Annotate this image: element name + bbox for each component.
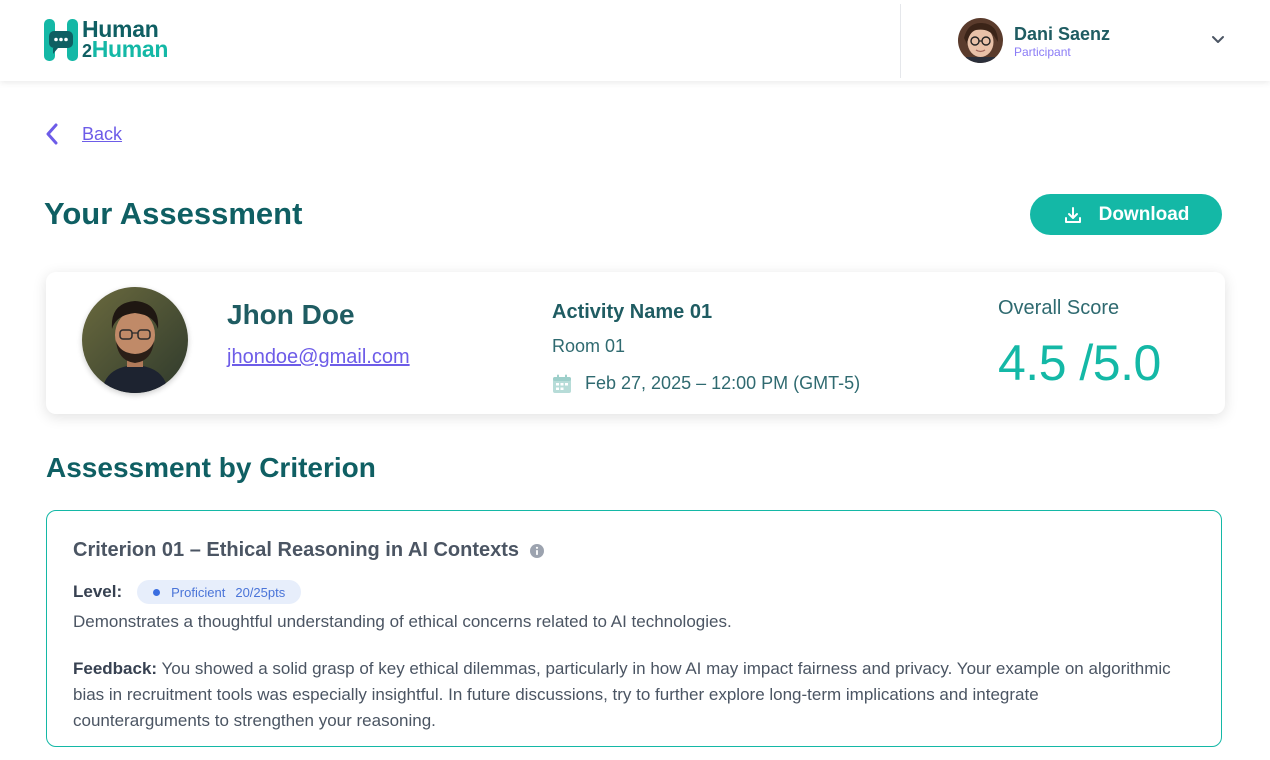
page-title: Your Assessment xyxy=(44,196,303,231)
criterion-header: Criterion 01 – Ethical Reasoning in AI C… xyxy=(73,539,545,562)
level-label: Level: xyxy=(73,582,123,601)
download-icon xyxy=(1064,206,1081,223)
participant-name: Jhon Doe xyxy=(227,299,355,330)
back-link[interactable]: Back xyxy=(44,122,122,146)
download-button[interactable]: Download xyxy=(1030,194,1222,235)
criterion-card: Criterion 01 – Ethical Reasoning in AI C… xyxy=(46,510,1222,747)
criterion-feedback: Feedback: You showed a solid grasp of ke… xyxy=(73,656,1173,734)
user-menu[interactable]: Dani Saenz Participant xyxy=(958,18,1110,63)
overall-score-value: 4.5 /5.0 xyxy=(998,335,1161,391)
logo-wordmark: Human 2Human xyxy=(82,18,169,62)
info-icon[interactable] xyxy=(530,543,545,558)
calendar-icon xyxy=(553,374,571,393)
app-logo[interactable]: Human 2Human xyxy=(44,18,169,62)
criterion-description: Demonstrates a thoughtful understanding … xyxy=(73,612,732,631)
logo-line-2: 2Human xyxy=(82,36,169,62)
user-avatar xyxy=(958,18,1003,63)
criterion-level: Level: Proficient 20/25pts xyxy=(73,580,302,604)
participant-avatar xyxy=(82,287,188,393)
feedback-label: Feedback: xyxy=(73,659,158,678)
level-dot xyxy=(153,588,161,596)
activity-datetime: Feb 27, 2025 – 12:00 PM (GMT-5) xyxy=(552,373,860,394)
criteria-section-title: Assessment by Criterion xyxy=(46,452,376,483)
header-divider xyxy=(900,4,901,78)
chevron-left-icon xyxy=(46,123,58,145)
feedback-text: You showed a solid grasp of key ethical … xyxy=(73,659,1171,730)
download-label: Download xyxy=(1098,203,1190,225)
level-name: Proficient xyxy=(171,584,226,600)
user-info: Dani Saenz Participant xyxy=(1014,23,1110,59)
chevron-down-icon[interactable] xyxy=(1210,33,1226,45)
logo-line-2-prefix: 2 xyxy=(82,41,92,61)
assessment-summary-card: Jhon Doe jhondoe@gmail.com Activity Name… xyxy=(46,272,1225,414)
user-role: Participant xyxy=(1014,44,1071,59)
room-label: Room 01 xyxy=(552,336,626,356)
logo-line-2-word: Human xyxy=(91,36,169,62)
criterion-title: Criterion 01 – Ethical Reasoning in AI C… xyxy=(73,539,520,561)
overall-score-label: Overall Score xyxy=(998,297,1120,319)
level-points: 20/25pts xyxy=(235,584,286,600)
level-badge: Proficient 20/25pts xyxy=(137,580,302,604)
activity-date-text: Feb 27, 2025 – 12:00 PM (GMT-5) xyxy=(585,373,861,393)
logo-icon xyxy=(44,19,78,61)
user-name: Dani Saenz xyxy=(1014,23,1111,44)
top-header: Human 2Human Dani Saenz Participant xyxy=(0,0,1270,81)
activity-name: Activity Name 01 xyxy=(552,301,713,323)
back-label[interactable]: Back xyxy=(82,124,122,145)
participant-email-link[interactable]: jhondoe@gmail.com xyxy=(227,346,410,369)
